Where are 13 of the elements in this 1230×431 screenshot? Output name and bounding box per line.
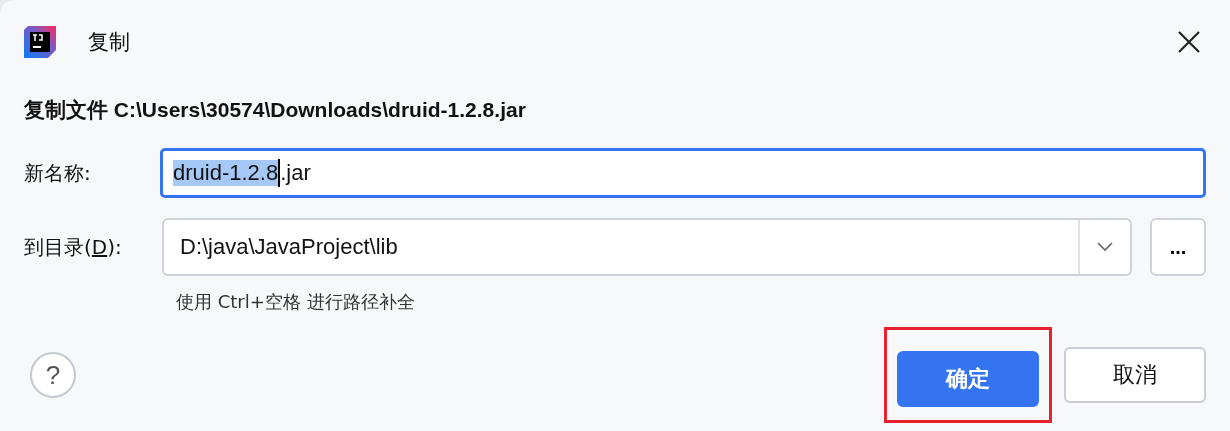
app-logo-icon [24, 26, 56, 58]
close-button[interactable] [1176, 29, 1202, 55]
hint-text: 使用 Ctrl+空格 进行路径补全 [176, 290, 416, 314]
ok-button[interactable]: 确定 [897, 351, 1039, 407]
field-label: 新名称: [24, 159, 92, 187]
dialog-heading: 复制文件 C:\Users\30574\Downloads\druid-1.2.8.jar [24, 97, 527, 123]
field-label: 到目录(D): [24, 233, 123, 261]
cancel-button[interactable]: 取消 [1064, 347, 1206, 403]
help-button[interactable]: ? [30, 352, 76, 398]
browse-button[interactable]: ... [1150, 218, 1206, 276]
window-title: 复制 [88, 29, 131, 56]
directory-combo-box[interactable]: D:\java\JavaProject\lib [162, 218, 1132, 276]
name-input-field[interactable]: druid-1.2.8.jar [160, 148, 1206, 198]
